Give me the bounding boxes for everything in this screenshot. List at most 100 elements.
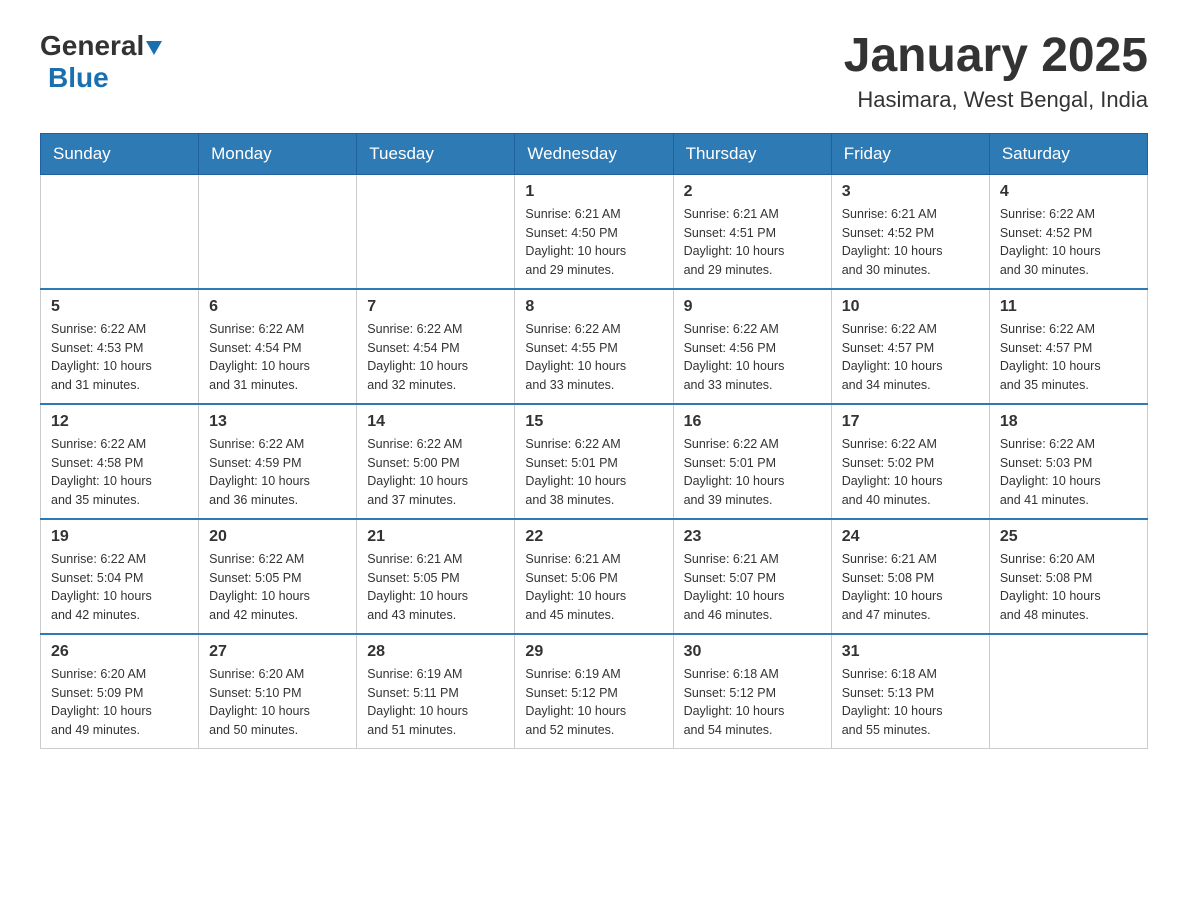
- week-row-3: 12Sunrise: 6:22 AM Sunset: 4:58 PM Dayli…: [41, 404, 1148, 519]
- day-number: 31: [842, 643, 979, 661]
- day-number: 20: [209, 528, 346, 546]
- day-info: Sunrise: 6:21 AM Sunset: 5:05 PM Dayligh…: [367, 550, 504, 625]
- day-info: Sunrise: 6:21 AM Sunset: 4:51 PM Dayligh…: [684, 205, 821, 280]
- day-header-friday: Friday: [831, 133, 989, 174]
- calendar-cell: 9Sunrise: 6:22 AM Sunset: 4:56 PM Daylig…: [673, 289, 831, 404]
- day-number: 18: [1000, 413, 1137, 431]
- calendar-cell: 16Sunrise: 6:22 AM Sunset: 5:01 PM Dayli…: [673, 404, 831, 519]
- calendar-cell: 26Sunrise: 6:20 AM Sunset: 5:09 PM Dayli…: [41, 634, 199, 749]
- day-number: 1: [525, 183, 662, 201]
- day-info: Sunrise: 6:18 AM Sunset: 5:12 PM Dayligh…: [684, 665, 821, 740]
- calendar-cell: 20 Sunrise: 6:22 AM Sunset: 5:05 PM Dayli…: [199, 519, 357, 634]
- day-info: Sunrise: 6:21 AM Sunset: 5:08 PM Dayligh…: [842, 550, 979, 625]
- day-info: Sunrise: 6:18 AM Sunset: 5:13 PM Dayligh…: [842, 665, 979, 740]
- day-info: Sunrise: 6:22 AM Sunset: 4:53 PM Dayligh…: [51, 320, 188, 395]
- day-number: 23: [684, 528, 821, 546]
- week-row-5: 26Sunrise: 6:20 AM Sunset: 5:09 PM Dayli…: [41, 634, 1148, 749]
- day-number: 22: [525, 528, 662, 546]
- day-header-thursday: Thursday: [673, 133, 831, 174]
- calendar-cell: 19 Sunrise: 6:22 AM Sunset: 5:04 PM Dayli…: [41, 519, 199, 634]
- month-year-title: January 2025: [844, 30, 1148, 83]
- location-subtitle: Hasimara, West Bengal, India: [844, 87, 1148, 113]
- calendar-cell: 27Sunrise: 6:20 AM Sunset: 5:10 PM Dayli…: [199, 634, 357, 749]
- week-row-2: 5 Sunrise: 6:22 AM Sunset: 4:53 PM Daylig…: [41, 289, 1148, 404]
- calendar-cell: 31 Sunrise: 6:18 AM Sunset: 5:13 PM Dayli…: [831, 634, 989, 749]
- day-info: Sunrise: 6:21 AM Sunset: 5:06 PM Dayligh…: [525, 550, 662, 625]
- day-info: Sunrise: 6:20 AM Sunset: 5:08 PM Dayligh…: [1000, 550, 1137, 625]
- calendar-cell: [41, 174, 199, 289]
- logo-arrow-icon: [146, 41, 162, 60]
- calendar-cell: 17 Sunrise: 6:22 AM Sunset: 5:02 PM Dayli…: [831, 404, 989, 519]
- calendar-cell: 14Sunrise: 6:22 AM Sunset: 5:00 PM Dayli…: [357, 404, 515, 519]
- day-info: Sunrise: 6:22 AM Sunset: 4:54 PM Dayligh…: [367, 320, 504, 395]
- day-number: 17: [842, 413, 979, 431]
- day-number: 11: [1000, 298, 1137, 316]
- day-number: 4: [1000, 183, 1137, 201]
- day-info: Sunrise: 6:19 AM Sunset: 5:11 PM Dayligh…: [367, 665, 504, 740]
- title-block: January 2025 Hasimara, West Bengal, Indi…: [844, 30, 1148, 113]
- calendar-cell: 12Sunrise: 6:22 AM Sunset: 4:58 PM Dayli…: [41, 404, 199, 519]
- day-number: 15: [525, 413, 662, 431]
- calendar-cell: 21 Sunrise: 6:21 AM Sunset: 5:05 PM Dayli…: [357, 519, 515, 634]
- page-header: General Blue January 2025 Hasimara, West…: [40, 30, 1148, 113]
- calendar-cell: 10 Sunrise: 6:22 AM Sunset: 4:57 PM Dayli…: [831, 289, 989, 404]
- calendar-cell: 5 Sunrise: 6:22 AM Sunset: 4:53 PM Daylig…: [41, 289, 199, 404]
- calendar-cell: 11 Sunrise: 6:22 AM Sunset: 4:57 PM Dayli…: [989, 289, 1147, 404]
- day-info: Sunrise: 6:21 AM Sunset: 4:50 PM Dayligh…: [525, 205, 662, 280]
- day-number: 13: [209, 413, 346, 431]
- calendar-cell: 13 Sunrise: 6:22 AM Sunset: 4:59 PM Dayli…: [199, 404, 357, 519]
- week-row-4: 19 Sunrise: 6:22 AM Sunset: 5:04 PM Dayli…: [41, 519, 1148, 634]
- calendar-header: SundayMondayTuesdayWednesdayThursdayFrid…: [41, 133, 1148, 174]
- day-number: 3: [842, 183, 979, 201]
- day-info: Sunrise: 6:21 AM Sunset: 5:07 PM Dayligh…: [684, 550, 821, 625]
- day-info: Sunrise: 6:21 AM Sunset: 4:52 PM Dayligh…: [842, 205, 979, 280]
- day-info: Sunrise: 6:22 AM Sunset: 4:59 PM Dayligh…: [209, 435, 346, 510]
- day-info: Sunrise: 6:22 AM Sunset: 5:04 PM Dayligh…: [51, 550, 188, 625]
- day-number: 7: [367, 298, 504, 316]
- calendar-cell: [357, 174, 515, 289]
- day-number: 21: [367, 528, 504, 546]
- day-headers-row: SundayMondayTuesdayWednesdayThursdayFrid…: [41, 133, 1148, 174]
- day-number: 30: [684, 643, 821, 661]
- logo: General Blue: [40, 30, 162, 94]
- calendar-cell: [199, 174, 357, 289]
- day-header-saturday: Saturday: [989, 133, 1147, 174]
- day-info: Sunrise: 6:22 AM Sunset: 4:54 PM Dayligh…: [209, 320, 346, 395]
- day-info: Sunrise: 6:22 AM Sunset: 4:56 PM Dayligh…: [684, 320, 821, 395]
- day-number: 16: [684, 413, 821, 431]
- calendar-cell: 29Sunrise: 6:19 AM Sunset: 5:12 PM Dayli…: [515, 634, 673, 749]
- day-number: 27: [209, 643, 346, 661]
- day-number: 25: [1000, 528, 1137, 546]
- calendar-cell: 2 Sunrise: 6:21 AM Sunset: 4:51 PM Daylig…: [673, 174, 831, 289]
- day-header-wednesday: Wednesday: [515, 133, 673, 174]
- day-header-monday: Monday: [199, 133, 357, 174]
- day-number: 19: [51, 528, 188, 546]
- day-number: 12: [51, 413, 188, 431]
- calendar-cell: 1 Sunrise: 6:21 AM Sunset: 4:50 PM Daylig…: [515, 174, 673, 289]
- day-number: 2: [684, 183, 821, 201]
- calendar-body: 1 Sunrise: 6:21 AM Sunset: 4:50 PM Daylig…: [41, 174, 1148, 748]
- day-number: 8: [525, 298, 662, 316]
- day-info: Sunrise: 6:22 AM Sunset: 4:57 PM Dayligh…: [1000, 320, 1137, 395]
- calendar-cell: 23 Sunrise: 6:21 AM Sunset: 5:07 PM Dayli…: [673, 519, 831, 634]
- day-number: 24: [842, 528, 979, 546]
- calendar-cell: [989, 634, 1147, 749]
- day-info: Sunrise: 6:22 AM Sunset: 4:55 PM Dayligh…: [525, 320, 662, 395]
- day-info: Sunrise: 6:22 AM Sunset: 4:57 PM Dayligh…: [842, 320, 979, 395]
- day-info: Sunrise: 6:22 AM Sunset: 5:02 PM Dayligh…: [842, 435, 979, 510]
- day-info: Sunrise: 6:22 AM Sunset: 5:05 PM Dayligh…: [209, 550, 346, 625]
- calendar-cell: 8 Sunrise: 6:22 AM Sunset: 4:55 PM Daylig…: [515, 289, 673, 404]
- calendar-cell: 18Sunrise: 6:22 AM Sunset: 5:03 PM Dayli…: [989, 404, 1147, 519]
- logo-general-text: General: [40, 30, 144, 62]
- calendar-cell: 3 Sunrise: 6:21 AM Sunset: 4:52 PM Daylig…: [831, 174, 989, 289]
- calendar-cell: 30 Sunrise: 6:18 AM Sunset: 5:12 PM Dayli…: [673, 634, 831, 749]
- calendar-cell: 15Sunrise: 6:22 AM Sunset: 5:01 PM Dayli…: [515, 404, 673, 519]
- day-info: Sunrise: 6:22 AM Sunset: 5:00 PM Dayligh…: [367, 435, 504, 510]
- day-info: Sunrise: 6:19 AM Sunset: 5:12 PM Dayligh…: [525, 665, 662, 740]
- calendar-table: SundayMondayTuesdayWednesdayThursdayFrid…: [40, 133, 1148, 749]
- day-number: 6: [209, 298, 346, 316]
- calendar-cell: 4Sunrise: 6:22 AM Sunset: 4:52 PM Daylig…: [989, 174, 1147, 289]
- week-row-1: 1 Sunrise: 6:21 AM Sunset: 4:50 PM Daylig…: [41, 174, 1148, 289]
- day-number: 5: [51, 298, 188, 316]
- day-number: 10: [842, 298, 979, 316]
